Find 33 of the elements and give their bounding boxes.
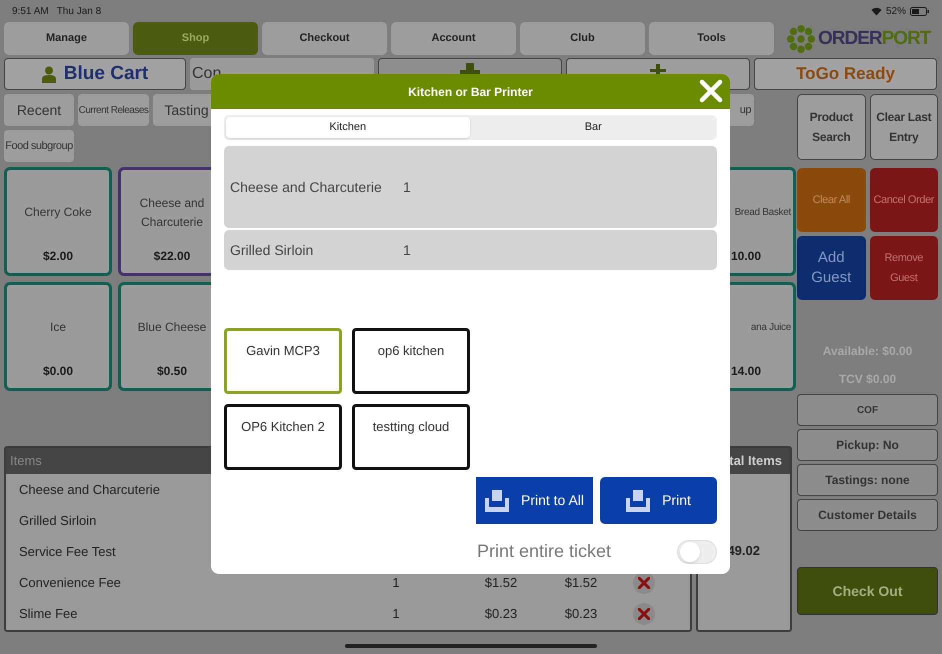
- product-price: 14.00: [730, 363, 762, 380]
- item-name: Cheese and Charcuterie: [18, 480, 161, 499]
- item-price: $0.23: [484, 604, 518, 623]
- line-name: Grilled Sirloin: [230, 240, 314, 260]
- product-price: $22.00: [154, 248, 190, 265]
- product-price: $0.00: [42, 363, 74, 380]
- item-quantity: 1: [391, 574, 401, 592]
- item-total: $1.52: [564, 574, 598, 592]
- item-price: $1.52: [484, 574, 518, 592]
- line-name: Cheese and Charcuterie: [230, 178, 383, 196]
- product-name: Cheese and Charcuterie: [138, 194, 206, 230]
- product-name: Ice: [50, 319, 66, 336]
- product-price: $0.50: [156, 363, 188, 380]
- item-quantity: 1: [391, 604, 401, 623]
- item-name: Convenience Fee: [18, 574, 122, 592]
- status-time: 9:51 AM: [12, 4, 49, 18]
- item-total: $0.23: [564, 604, 598, 623]
- product-name: Blue Cheese: [138, 319, 206, 336]
- product-price: 10.00: [730, 248, 762, 265]
- product-name: Bread Basket: [734, 206, 791, 220]
- item-name: Grilled Sirloin: [18, 512, 98, 530]
- line-quantity: 1: [403, 178, 411, 196]
- print-entire-ticket-label: Print entire ticket: [477, 540, 612, 563]
- logo-wordmark: ORDERPORT: [818, 29, 930, 48]
- item-name: Slime Fee: [18, 604, 79, 623]
- line-quantity: 1: [403, 240, 411, 260]
- item-name: Service Fee Test: [18, 542, 117, 561]
- dialog-title: Kitchen or Bar Printer: [408, 84, 533, 100]
- product-name: ana Juice: [750, 321, 791, 335]
- product-price: $2.00: [42, 248, 74, 265]
- status-date: Thu Jan 8: [56, 4, 102, 18]
- battery-level: 52%: [886, 4, 906, 18]
- product-name: Cherry Coke: [24, 204, 92, 221]
